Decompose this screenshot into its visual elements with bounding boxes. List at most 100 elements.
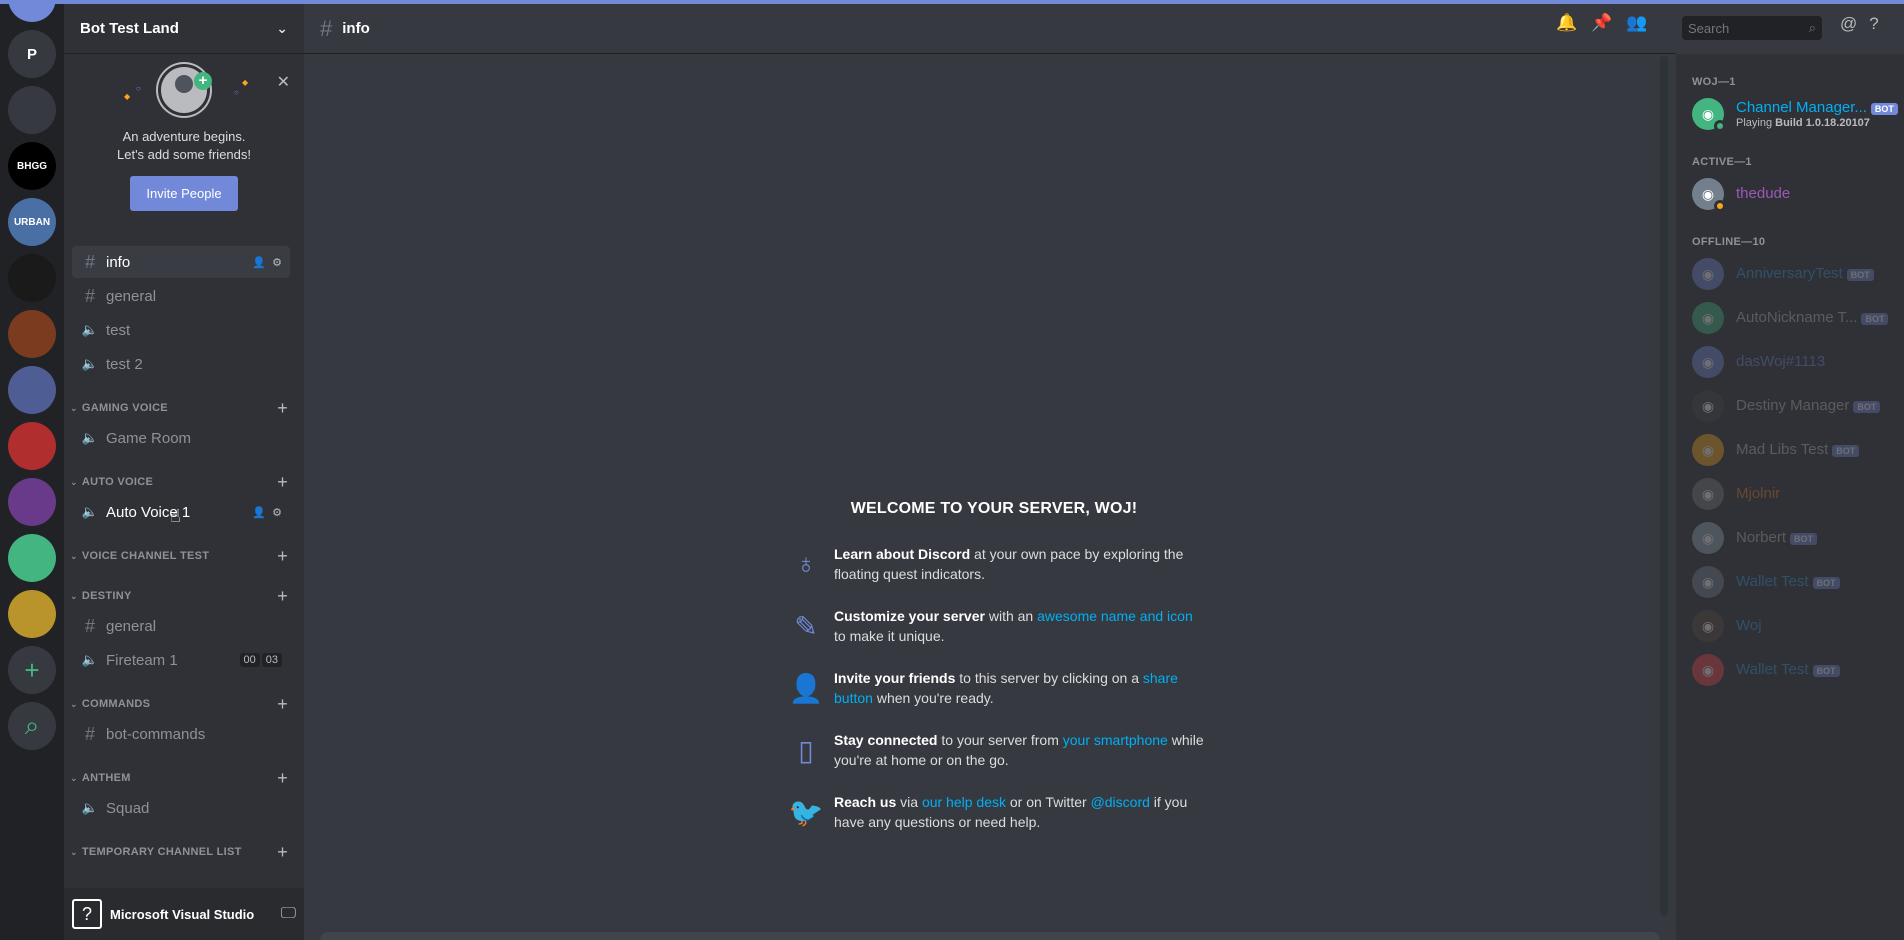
invite-people-button[interactable]: Invite People bbox=[130, 176, 238, 211]
add-channel-icon[interactable]: + bbox=[277, 546, 288, 567]
channel-auto-voice-1[interactable]: 🔈 Auto Voice 1 👤 ⚙ ☝ bbox=[72, 496, 290, 528]
member-item[interactable]: ◉ thedude bbox=[1684, 172, 1896, 216]
category-label: GAMING VOICE bbox=[81, 402, 168, 414]
sparkle-icon: ◆ bbox=[242, 78, 249, 87]
avatar: ◉ bbox=[1692, 98, 1726, 132]
invite-user-icon[interactable]: 👤 bbox=[252, 506, 266, 519]
chevron-down-icon: ⌄ bbox=[70, 698, 78, 709]
mention-icon[interactable]: @ bbox=[1840, 14, 1857, 34]
members-icon[interactable]: 👥 bbox=[1626, 13, 1647, 33]
server-icon[interactable] bbox=[8, 422, 56, 470]
member-info: Channel Manager... BOT Playing Build 1.0.1… bbox=[1736, 99, 1898, 129]
sparkle-icon: ○ bbox=[234, 88, 239, 97]
member-name-line: AutoNickname T... BOT bbox=[1736, 309, 1889, 327]
tip-body: to this server by clicking on a bbox=[955, 670, 1143, 686]
channel-bot-commands[interactable]: # bot-commands bbox=[72, 718, 290, 750]
server-icon[interactable] bbox=[8, 310, 56, 358]
member-info: AutoNickname T... BOT bbox=[1736, 309, 1889, 327]
gear-icon[interactable]: ⚙ bbox=[272, 256, 282, 269]
hand-cursor-icon: ☝ bbox=[170, 506, 181, 526]
member-item[interactable]: ◉ Wallet Test BOT bbox=[1684, 648, 1896, 692]
member-name-line: Woj bbox=[1736, 617, 1762, 635]
bell-icon[interactable]: 🔔 bbox=[1556, 13, 1577, 33]
speaker-icon: 🔈 bbox=[81, 430, 99, 445]
category-label: DESTINY bbox=[81, 590, 132, 602]
avatar: ◉ bbox=[1692, 566, 1724, 598]
server-header[interactable]: Bot Test Land ⌄ bbox=[64, 0, 304, 54]
server-icon[interactable]: URBAN bbox=[8, 198, 56, 246]
category-anthem[interactable]: ⌄ ANTHEM + bbox=[64, 766, 298, 790]
user-name: Microsoft Visual Studio bbox=[110, 906, 255, 922]
tip-link[interactable]: our help desk bbox=[922, 794, 1006, 810]
category-label: TEMPORARY CHANNEL LIST bbox=[81, 846, 242, 858]
pin-icon[interactable]: 📌 bbox=[1591, 13, 1612, 33]
member-group-header: ACTIVE—1 bbox=[1692, 156, 1752, 168]
category-commands[interactable]: ⌄ COMMANDS + bbox=[64, 692, 298, 716]
tip-link[interactable]: @discord bbox=[1091, 794, 1150, 810]
invite-message: An adventure begins. Let's add some frie… bbox=[64, 128, 304, 164]
member-item[interactable]: ◉ AutoNickname T... BOT bbox=[1684, 296, 1896, 340]
gear-icon[interactable]: ⚙ bbox=[272, 506, 282, 519]
add-channel-icon[interactable]: + bbox=[277, 842, 288, 863]
user-panel: ? Microsoft Visual Studio 🖵 bbox=[64, 888, 304, 940]
member-item[interactable]: ◉ Norbert BOT bbox=[1684, 516, 1896, 560]
bot-badge: BOT bbox=[1812, 577, 1840, 589]
channel-test-2[interactable]: 🔈 test 2 bbox=[72, 348, 290, 380]
add-server-button[interactable]: + bbox=[8, 646, 56, 694]
channel-squad[interactable]: 🔈 Squad bbox=[72, 792, 290, 824]
header-extra-icons: @ ? bbox=[1840, 14, 1879, 34]
explore-servers-button[interactable]: ⌕ bbox=[8, 702, 56, 750]
invite-user-icon[interactable]: 👤 bbox=[252, 256, 266, 269]
channel-fireteam-1[interactable]: 🔈 Fireteam 1 00 03 bbox=[72, 644, 290, 676]
server-icon[interactable] bbox=[8, 254, 56, 302]
category-gaming-voice[interactable]: ⌄ GAMING VOICE + bbox=[64, 396, 298, 420]
member-name: Wallet Test bbox=[1736, 661, 1809, 678]
channel-info[interactable]: # info 👤 ⚙ bbox=[72, 246, 290, 278]
tip-link[interactable]: awesome name and icon bbox=[1037, 608, 1193, 624]
status-indicator bbox=[1714, 200, 1726, 212]
add-channel-icon[interactable]: + bbox=[277, 472, 288, 493]
member-item[interactable]: ◉ dasWoj#1113 bbox=[1684, 340, 1896, 384]
message-composer[interactable] bbox=[320, 932, 1660, 940]
server-icon[interactable] bbox=[8, 366, 56, 414]
avatar: ◉ bbox=[1692, 654, 1724, 686]
member-item[interactable]: ◉ Wallet Test BOT bbox=[1684, 560, 1896, 604]
channel-general[interactable]: # general bbox=[72, 610, 290, 642]
category-auto-voice[interactable]: ⌄ AUTO VOICE + bbox=[64, 470, 298, 494]
member-item[interactable]: ◉ Channel Manager... BOT Playing Build 1.0.… bbox=[1684, 92, 1898, 136]
search-input[interactable] bbox=[1688, 20, 1788, 36]
server-icon[interactable] bbox=[8, 590, 56, 638]
category-label: ANTHEM bbox=[81, 772, 131, 784]
category-temporary-channel-list[interactable]: ⌄ TEMPORARY CHANNEL LIST + bbox=[64, 840, 298, 864]
add-friend-icon: 👤 bbox=[788, 672, 824, 704]
channel-general[interactable]: # general bbox=[72, 280, 290, 312]
member-item[interactable]: ◉ AnniversaryTest BOT bbox=[1684, 252, 1896, 296]
member-item[interactable]: ◉ Mad Libs Test BOT bbox=[1684, 428, 1896, 472]
bot-badge: BOT bbox=[1870, 103, 1898, 115]
help-avatar-icon[interactable]: ? bbox=[72, 899, 102, 929]
category-voice-channel-test[interactable]: ⌄ VOICE CHANNEL TEST + bbox=[64, 544, 298, 568]
channel-test[interactable]: 🔈 test bbox=[72, 314, 290, 346]
server-icon[interactable] bbox=[8, 86, 56, 134]
add-channel-icon[interactable]: + bbox=[277, 768, 288, 789]
server-icon[interactable] bbox=[8, 478, 56, 526]
member-item[interactable]: ◉ Destiny Manager BOT bbox=[1684, 384, 1896, 428]
scrollbar[interactable] bbox=[1660, 56, 1668, 916]
member-item[interactable]: ◉ Mjolnir bbox=[1684, 472, 1896, 516]
close-icon[interactable]: ✕ bbox=[277, 72, 290, 92]
add-channel-icon[interactable]: + bbox=[277, 694, 288, 715]
screen-share-icon[interactable]: 🖵 bbox=[281, 905, 296, 923]
server-icon[interactable] bbox=[8, 534, 56, 582]
channel-game-room[interactable]: 🔈 Game Room bbox=[72, 422, 290, 454]
category-destiny[interactable]: ⌄ DESTINY + bbox=[64, 584, 298, 608]
help-icon[interactable]: ? bbox=[1869, 14, 1878, 34]
add-channel-icon[interactable]: + bbox=[277, 398, 288, 419]
channel-label: test 2 bbox=[106, 355, 143, 373]
bot-badge: BOT bbox=[1846, 269, 1874, 281]
server-icon[interactable]: BHGG bbox=[8, 142, 56, 190]
server-icon[interactable]: P bbox=[8, 30, 56, 78]
add-channel-icon[interactable]: + bbox=[277, 586, 288, 607]
member-item[interactable]: ◉ Woj bbox=[1684, 604, 1896, 648]
search-box: ⌕ bbox=[1682, 16, 1822, 40]
tip-link[interactable]: your smartphone bbox=[1063, 732, 1168, 748]
